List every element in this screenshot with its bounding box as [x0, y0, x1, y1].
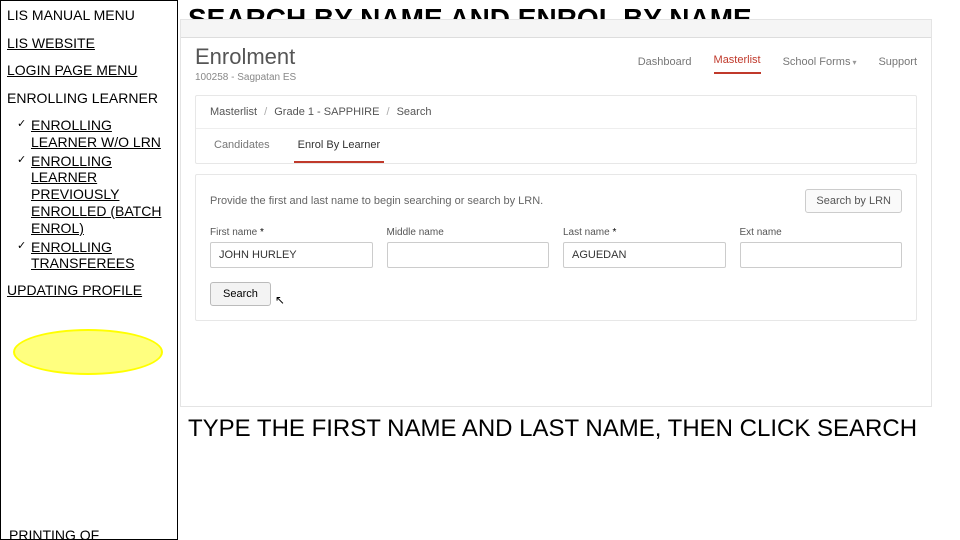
- last-name-input[interactable]: [563, 242, 726, 268]
- nav-school-forms[interactable]: School Forms: [783, 56, 857, 74]
- label-ext-name: Ext name: [740, 227, 903, 238]
- crumb-search: Search: [397, 106, 432, 118]
- crumb-sep: /: [382, 106, 393, 118]
- search-hint: Provide the first and last name to begin…: [210, 195, 543, 207]
- app-nav: Dashboard Masterlist School Forms Suppor…: [638, 44, 917, 74]
- breadcrumb: Masterlist / Grade 1 - SAPPHIRE / Search: [196, 96, 916, 128]
- enrolling-submenu: ENROLLING LEARNER W/O LRN ENROLLING LEAR…: [7, 117, 171, 272]
- crumb-sep: /: [260, 106, 271, 118]
- app-brand: Enrolment: [195, 44, 638, 70]
- crumb-grade[interactable]: Grade 1 - SAPPHIRE: [274, 106, 379, 118]
- browser-chrome: [181, 20, 931, 38]
- breadcrumb-panel: Masterlist / Grade 1 - SAPPHIRE / Search…: [195, 95, 917, 164]
- menu-enroll-batch[interactable]: ENROLLING LEARNER PREVIOUSLY ENROLLED (B…: [17, 153, 171, 237]
- browser-screenshot: Enrolment 100258 - Sagpatan ES Dashboard…: [180, 19, 932, 407]
- link-printing-cutoff[interactable]: PRINTING OF: [9, 527, 99, 540]
- link-lis-website[interactable]: LIS WEBSITE: [7, 35, 171, 53]
- instruction-text: TYPE THE FIRST NAME AND LAST NAME, THEN …: [188, 415, 950, 443]
- app-subtitle: 100258 - Sagpatan ES: [195, 72, 638, 83]
- nav-support[interactable]: Support: [878, 56, 917, 74]
- nav-masterlist[interactable]: Masterlist: [714, 54, 761, 74]
- crumb-masterlist[interactable]: Masterlist: [210, 106, 257, 118]
- label-last-name: Last name: [563, 227, 726, 238]
- sidebar: LIS MANUAL MENU LIS WEBSITE LOGIN PAGE M…: [0, 0, 178, 540]
- search-button[interactable]: Search: [210, 282, 271, 306]
- sidebar-title: LIS MANUAL MENU: [7, 7, 171, 25]
- highlight-oval: [13, 329, 163, 375]
- label-first-name: First name: [210, 227, 373, 238]
- label-middle-name: Middle name: [387, 227, 550, 238]
- main-content: SEARCH BY NAME AND ENROL BY NAME Enrolme…: [178, 0, 960, 540]
- menu-enroll-transferees[interactable]: ENROLLING TRANSFEREES: [17, 239, 171, 273]
- heading-enrolling: ENROLLING LEARNER: [7, 90, 171, 108]
- ext-name-input[interactable]: [740, 242, 903, 268]
- link-login-page[interactable]: LOGIN PAGE MENU: [7, 62, 171, 80]
- middle-name-input[interactable]: [387, 242, 550, 268]
- subtab-candidates[interactable]: Candidates: [210, 129, 274, 163]
- cursor-icon: ↖: [275, 293, 285, 307]
- subtab-enrol-by-learner[interactable]: Enrol By Learner: [294, 129, 385, 163]
- first-name-input[interactable]: [210, 242, 373, 268]
- search-panel: Provide the first and last name to begin…: [195, 174, 917, 321]
- nav-dashboard[interactable]: Dashboard: [638, 56, 692, 74]
- menu-enroll-no-lrn[interactable]: ENROLLING LEARNER W/O LRN: [17, 117, 171, 151]
- search-by-lrn-button[interactable]: Search by LRN: [805, 189, 902, 213]
- link-updating-profile[interactable]: UPDATING PROFILE: [7, 282, 171, 300]
